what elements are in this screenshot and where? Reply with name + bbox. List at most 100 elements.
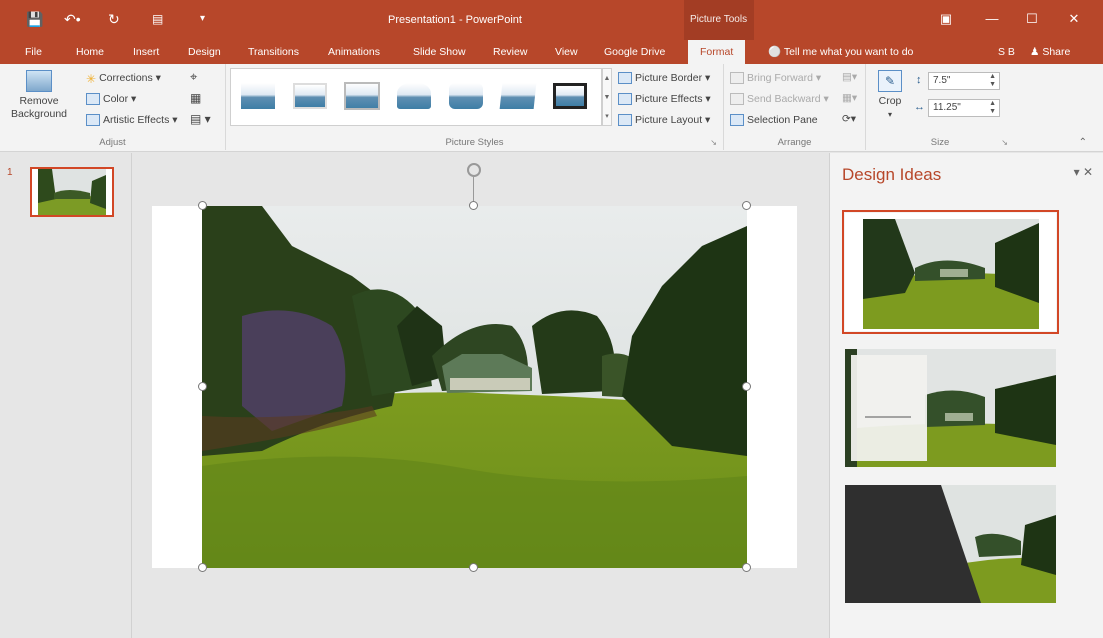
collapse-ribbon-icon[interactable]: ⌃	[1079, 137, 1087, 148]
user-initials[interactable]: S B	[998, 40, 1015, 64]
height-value: 7.5"	[933, 75, 951, 86]
close-pane-icon[interactable]: ✕	[1083, 165, 1093, 179]
tab-insert[interactable]: Insert	[133, 40, 159, 64]
corrections-icon: ✳	[86, 72, 97, 87]
picture-styles-gallery	[230, 68, 602, 126]
design-ideas-pane: Design Ideas ▾ ✕	[829, 153, 1103, 638]
picture-styles-group: ▲ ▼ ▾ Picture Border ▾ Picture Effects ▾ P…	[226, 64, 724, 150]
arrange-group: Bring Forward ▾ Send Backward ▾ Selectio…	[724, 64, 866, 150]
selected-picture[interactable]	[202, 206, 747, 568]
resize-handle-top[interactable]	[469, 201, 478, 210]
design-idea-3[interactable]	[845, 485, 1056, 603]
rotation-handle[interactable]	[467, 163, 481, 177]
picture-layout-label: Picture Layout	[635, 114, 703, 126]
tab-view[interactable]: View	[555, 40, 578, 64]
group-icon[interactable]: ▦▾	[842, 91, 857, 105]
bring-forward-button[interactable]: Bring Forward ▾	[730, 71, 821, 85]
crop-label: Crop	[878, 95, 902, 107]
ribbon-display-options-icon[interactable]: ▣	[932, 8, 960, 30]
arrange-group-label: Arrange	[777, 137, 812, 148]
picture-border-button[interactable]: Picture Border ▾	[618, 71, 710, 85]
remove-background-label-1: Remove	[19, 95, 59, 107]
design-idea-1[interactable]	[842, 210, 1059, 334]
ribbon: Remove Background ✳ Corrections ▾ Color ▾…	[0, 64, 1103, 152]
remove-background-button[interactable]: Remove Background	[6, 70, 72, 121]
corrections-button[interactable]: ✳ Corrections ▾	[86, 71, 161, 87]
picture-style-6[interactable]	[497, 79, 539, 113]
width-spinner[interactable]: ▲ ▼	[989, 100, 996, 116]
selection-pane-button[interactable]: Selection Pane	[730, 113, 818, 127]
artistic-effects-button[interactable]: Artistic Effects ▾	[86, 113, 178, 127]
tab-google-drive[interactable]: Google Drive	[604, 40, 665, 64]
tab-file[interactable]: File	[25, 40, 42, 64]
color-button[interactable]: Color ▾	[86, 92, 136, 106]
tell-me-box[interactable]: ⚪ Tell me what you want to do	[768, 40, 913, 64]
design-idea-2[interactable]	[845, 349, 1056, 467]
powerpoint-window: 💾 ↶• ↻ ▤ ▾ Presentation1 - PowerPoint Pi…	[0, 0, 1103, 638]
gallery-scroll[interactable]: ▲ ▼ ▾	[602, 68, 612, 126]
tell-me-text: Tell me what you want to do	[783, 46, 914, 58]
slides-pane: 1	[0, 153, 132, 638]
height-field[interactable]: 7.5" ▲ ▼	[928, 72, 1000, 90]
send-backward-icon	[730, 93, 744, 106]
resize-handle-left[interactable]	[198, 382, 207, 391]
picture-layout-icon	[618, 114, 632, 127]
change-picture-icon[interactable]: ▦	[190, 91, 201, 105]
picture-styles-launcher-icon[interactable]: ↘	[710, 138, 717, 147]
design-idea-2-preview	[845, 349, 1056, 467]
tab-animations[interactable]: Animations	[328, 40, 380, 64]
close-button[interactable]: ✕	[1060, 8, 1088, 30]
color-icon	[86, 93, 100, 106]
picture-effects-button[interactable]: Picture Effects ▾	[618, 92, 711, 106]
tab-home[interactable]: Home	[76, 40, 104, 64]
picture-effects-icon	[618, 93, 632, 106]
resize-handle-right[interactable]	[742, 382, 751, 391]
width-icon: ↔	[914, 101, 925, 113]
bring-forward-icon	[730, 72, 744, 85]
picture-style-3[interactable]	[341, 79, 383, 113]
resize-handle-bottom-right[interactable]	[742, 563, 751, 572]
tab-review[interactable]: Review	[493, 40, 527, 64]
resize-handle-top-right[interactable]	[742, 201, 751, 210]
minimize-button[interactable]: —	[978, 8, 1006, 30]
picture-style-5[interactable]	[445, 79, 487, 113]
selection-pane-icon	[730, 114, 744, 127]
artistic-effects-icon	[86, 114, 100, 127]
picture-style-1[interactable]	[237, 79, 279, 113]
size-launcher-icon[interactable]: ↘	[1001, 138, 1008, 147]
picture-tools-band: Picture Tools	[684, 0, 754, 40]
align-icon[interactable]: ▤▾	[842, 70, 857, 84]
reset-picture-icon[interactable]: ▤ ▾	[190, 112, 211, 126]
send-backward-button[interactable]: Send Backward ▾	[730, 92, 829, 106]
compress-pictures-icon[interactable]: ⌖	[190, 70, 197, 84]
picture-styles-group-label: Picture Styles	[445, 137, 504, 148]
tab-slide-show[interactable]: Slide Show	[413, 40, 466, 64]
bring-forward-label: Bring Forward	[747, 72, 813, 84]
rotate-icon[interactable]: ⟳▾	[842, 112, 856, 126]
corrections-label: Corrections	[99, 72, 153, 84]
slide-thumbnail[interactable]	[30, 167, 114, 217]
tab-design[interactable]: Design	[188, 40, 221, 64]
maximize-button[interactable]: ☐	[1018, 8, 1046, 30]
color-label: Color	[103, 93, 129, 105]
picture-style-7[interactable]	[549, 79, 591, 113]
adjust-group: Remove Background ✳ Corrections ▾ Color ▾…	[0, 64, 226, 150]
resize-handle-bottom-left[interactable]	[198, 563, 207, 572]
pane-options-icon[interactable]: ▾	[1074, 165, 1080, 179]
resize-handle-bottom[interactable]	[469, 563, 478, 572]
picture-layout-button[interactable]: Picture Layout ▾	[618, 113, 710, 127]
resize-handle-top-left[interactable]	[198, 201, 207, 210]
design-idea-1-preview	[845, 213, 1056, 331]
crop-button[interactable]: ✎ Crop ▾	[874, 70, 906, 122]
tab-transitions[interactable]: Transitions	[248, 40, 299, 64]
ribbon-tabs: File Home Insert Design Transitions Anim…	[0, 40, 1103, 64]
width-field[interactable]: 11.25" ▲ ▼	[928, 99, 1000, 117]
height-spinner[interactable]: ▲ ▼	[989, 73, 996, 89]
share-button[interactable]: ♟ Share	[1030, 40, 1070, 64]
picture-style-4[interactable]	[393, 79, 435, 113]
remove-background-icon	[26, 70, 52, 92]
slide-canvas[interactable]	[152, 201, 797, 572]
slide-editor	[133, 153, 828, 638]
tab-format[interactable]: Format	[688, 40, 746, 64]
picture-style-2[interactable]	[289, 79, 331, 113]
